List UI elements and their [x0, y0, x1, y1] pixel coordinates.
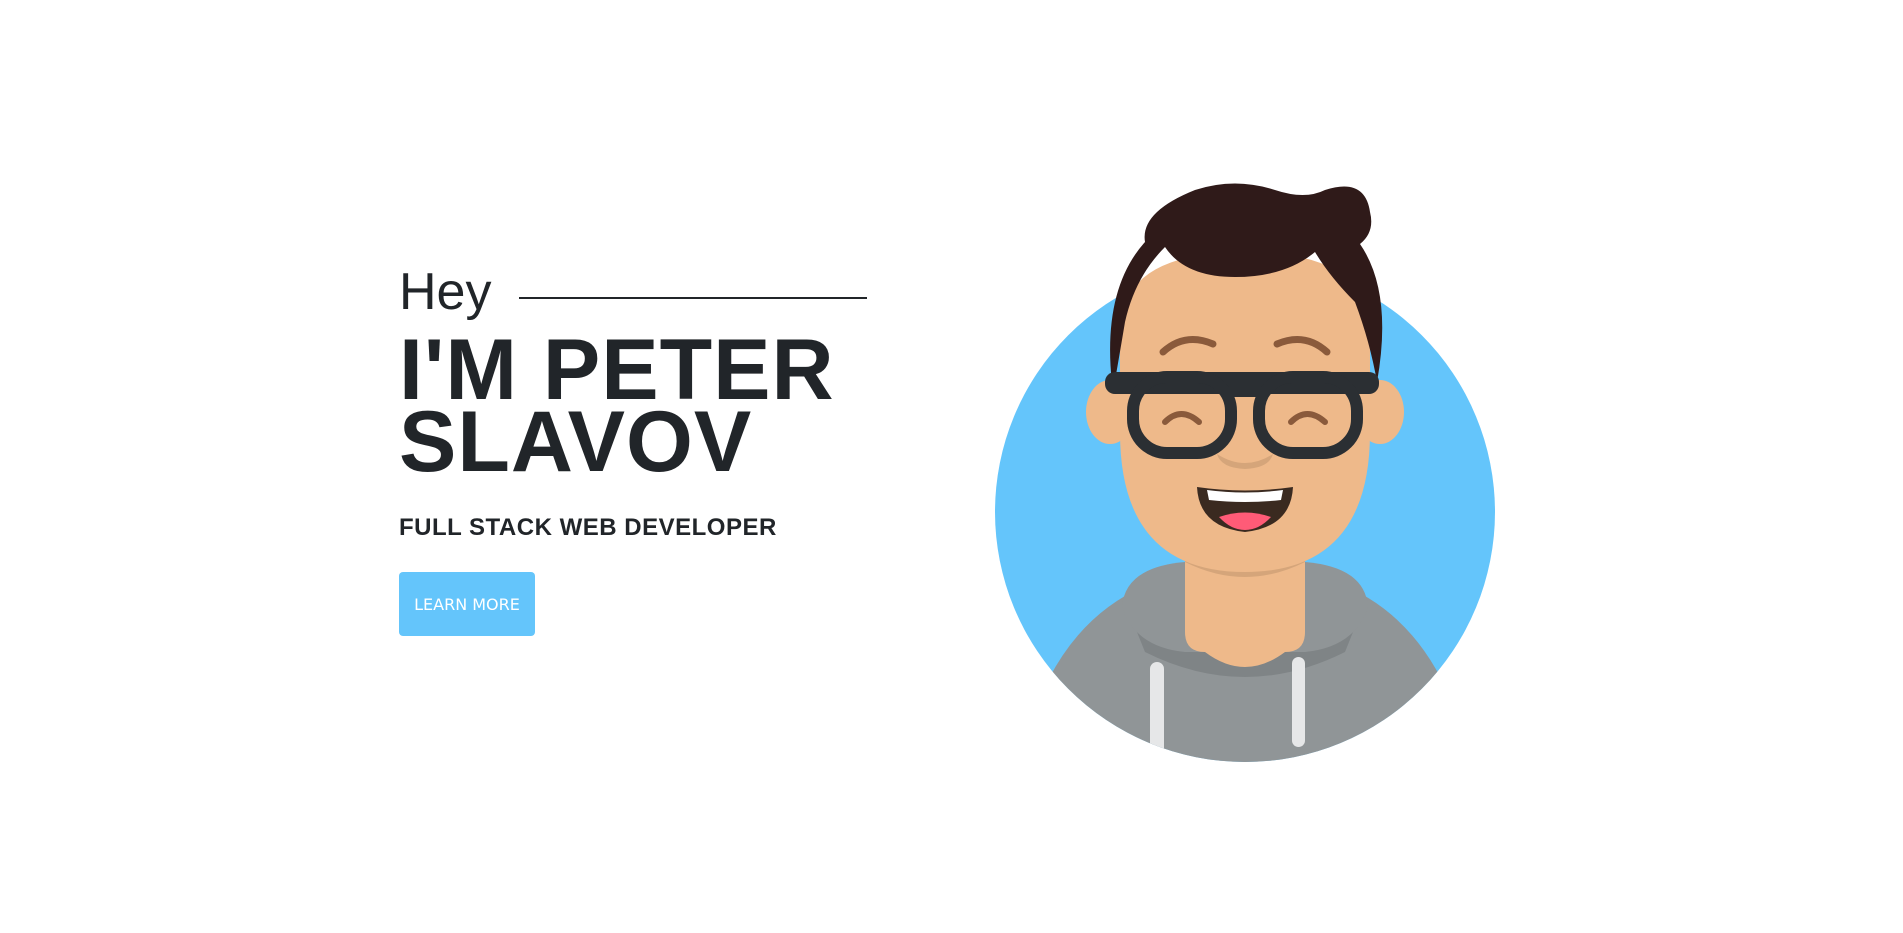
role-subtitle: FULL STACK WEB DEVELOPER	[399, 514, 777, 541]
page-title: I'M PETER SLAVOV	[399, 327, 879, 485]
learn-more-button[interactable]: LEARN MORE	[399, 572, 535, 636]
intro-block: Hey I'M PETER SLAVOV FULL STACK WEB DEVE…	[399, 262, 879, 636]
greeting-divider	[519, 297, 868, 299]
greeting-text: Hey	[399, 263, 492, 321]
greeting-row: Hey	[399, 262, 879, 322]
hero-section: Hey I'M PETER SLAVOV FULL STACK WEB DEVE…	[0, 0, 1903, 933]
developer-avatar-illustration	[995, 183, 1495, 762]
